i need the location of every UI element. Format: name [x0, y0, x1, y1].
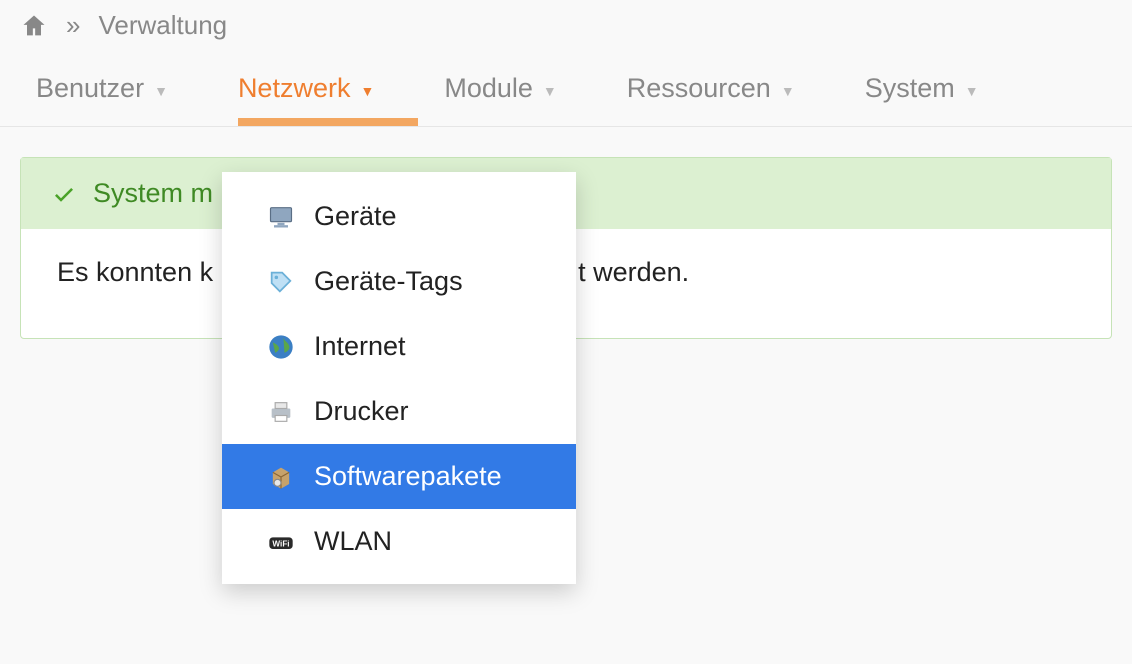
dropdown-item-drucker[interactable]: Drucker	[222, 379, 576, 444]
device-icon	[266, 202, 296, 232]
nav-label: Netzwerk	[238, 73, 351, 104]
printer-icon	[266, 397, 296, 427]
breadcrumb: » Verwaltung	[0, 0, 1132, 51]
nav-item-netzwerk[interactable]: Netzwerk ▼	[238, 73, 374, 104]
dropdown-label: Softwarepakete	[314, 461, 502, 492]
dropdown-label: Drucker	[314, 396, 409, 427]
chevron-down-icon: ▼	[965, 83, 979, 99]
nav-item-system[interactable]: System ▼	[865, 73, 979, 104]
status-title: System m	[93, 178, 213, 209]
netzwerk-dropdown: Geräte Geräte-Tags Internet Drucker Soft…	[222, 172, 576, 584]
dropdown-item-wlan[interactable]: WiFi WLAN	[222, 509, 576, 574]
nav-item-ressourcen[interactable]: Ressourcen ▼	[627, 73, 795, 104]
wifi-icon: WiFi	[266, 527, 296, 557]
nav-label: Benutzer	[36, 73, 144, 104]
dropdown-item-geraete[interactable]: Geräte	[222, 184, 576, 249]
nav-label: Module	[444, 73, 533, 104]
svg-text:WiFi: WiFi	[272, 539, 289, 548]
package-icon	[266, 462, 296, 492]
dropdown-item-softwarepakete[interactable]: Softwarepakete	[222, 444, 576, 509]
dropdown-label: WLAN	[314, 526, 392, 557]
chevron-down-icon: ▼	[360, 83, 374, 99]
home-icon[interactable]	[20, 12, 48, 40]
chevron-down-icon: ▼	[781, 83, 795, 99]
chevron-down-icon: ▼	[154, 83, 168, 99]
nav-label: Ressourcen	[627, 73, 771, 104]
dropdown-item-internet[interactable]: Internet	[222, 314, 576, 379]
globe-icon	[266, 332, 296, 362]
nav-label: System	[865, 73, 955, 104]
nav-item-benutzer[interactable]: Benutzer ▼	[36, 73, 168, 104]
navbar: Benutzer ▼ Netzwerk ▼ Module ▼ Ressource…	[0, 51, 1132, 127]
dropdown-label: Geräte-Tags	[314, 266, 463, 297]
body-text-right: t werden.	[578, 257, 689, 287]
body-text-left: Es konnten k	[57, 257, 213, 287]
chevron-down-icon: ▼	[543, 83, 557, 99]
check-icon	[49, 182, 79, 206]
nav-item-module[interactable]: Module ▼	[444, 73, 556, 104]
tag-icon	[266, 267, 296, 297]
breadcrumb-current: Verwaltung	[98, 10, 227, 41]
dropdown-label: Geräte	[314, 201, 397, 232]
breadcrumb-separator: »	[66, 10, 80, 41]
dropdown-label: Internet	[314, 331, 406, 362]
dropdown-item-geraete-tags[interactable]: Geräte-Tags	[222, 249, 576, 314]
